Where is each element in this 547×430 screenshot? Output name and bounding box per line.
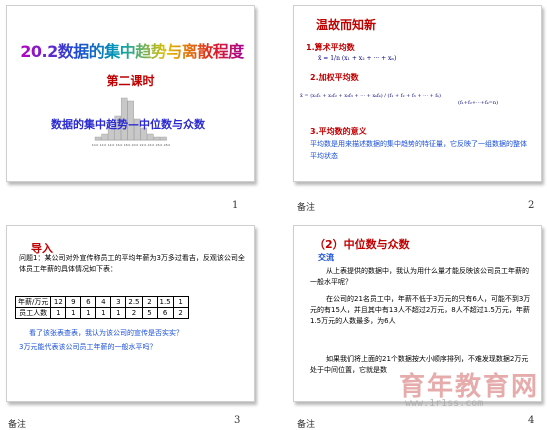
- question-2: 3万元能代表该公司员工年薪的一般水平吗？: [19, 343, 157, 351]
- slide-number-1: 1: [232, 200, 239, 211]
- item-mean-meaning: 3.平均数的意义: [310, 127, 367, 136]
- slide-number-3: 3: [234, 415, 241, 426]
- problem-text: 问题1：某公司对外宣传称员工的平均年薪为3万多过看吉，反观该公司全体员工年薪的具…: [19, 254, 245, 273]
- table-cell: 1: [172, 296, 189, 308]
- watermark-url: www.1r1ss.com: [405, 398, 484, 409]
- notes-label-4: 备注: [297, 420, 316, 430]
- histogram-tick-label: 16.0: [116, 143, 123, 147]
- histogram-bar: [153, 136, 161, 141]
- slide-caption: 数据的集中趋势—中位数与众数: [51, 118, 205, 131]
- histogram-tick-label: 20.0: [132, 143, 139, 147]
- question-1: 看了该张表查表，我认为该公司的宣传是否实实？: [29, 329, 183, 337]
- table-cell: 1: [50, 307, 67, 319]
- histogram-bar: [147, 133, 154, 141]
- table-cell: 2: [172, 307, 189, 319]
- table-row: 年薪/万元 12 9 6 4 3 2.5 2 1.5 1: [14, 296, 189, 308]
- table-header-cell: 年薪/万元: [14, 296, 52, 308]
- item-arithmetic-mean: 1.算术平均数: [306, 43, 355, 52]
- slide-subtitle: 第二课时: [106, 74, 155, 88]
- table-cell: 1.5: [156, 296, 174, 308]
- table-cell: 5: [141, 307, 158, 319]
- table-header-cell: 员工人数: [14, 307, 52, 319]
- histogram-tick-label: 26.0: [156, 143, 163, 147]
- paragraph-2: 在公司的21名员工中，年薪不低于3万元的只有6人，可能不到3万元的有15人，并且…: [310, 295, 531, 325]
- slide-number-2: 2: [528, 200, 535, 211]
- paragraph-1: 从上表提供的数据中，我认为用什么量才能反映该公司员工年薪的一般水平呢？: [310, 267, 529, 286]
- slide-title: 20.2数据的集中趋势与离散程度: [17, 38, 247, 62]
- formula-weighted-note: (f₁+f₂+···+fₖ=n): [458, 100, 499, 106]
- slide-heading: 温故而知新: [316, 18, 377, 32]
- table-cell: 3: [110, 296, 127, 308]
- histogram-bar: [101, 133, 108, 141]
- notes-label-3: 备注: [8, 420, 27, 430]
- mean-meaning-text: 平均数是用来描述数据的集中趋势的特征量，它反映了一组数据的整体平均状态: [310, 140, 527, 160]
- slide-2[interactable]: 温故而知新 1.算术平均数 x̄ = 1/n (x₁ + x₂ + ··· + …: [293, 5, 542, 182]
- item-weighted-mean: 2.加权平均数: [310, 73, 359, 82]
- section-label: 交流: [318, 253, 334, 262]
- table-cell: 4: [95, 296, 112, 308]
- slide-3[interactable]: 导入 问题1：某公司对外宣传称员工的平均年薪为3万多过看吉，反观该公司全体员工年…: [6, 225, 255, 402]
- table-row: 员工人数 1 1 1 1 1 2 5 6 2: [14, 307, 189, 319]
- table-cell: 6: [156, 307, 174, 319]
- histogram-tick-label: 14.0: [108, 143, 115, 147]
- table-cell: 1: [65, 307, 82, 319]
- histogram-tick-label: 10.0: [92, 143, 99, 147]
- histogram-tick-label: 28.0: [164, 143, 171, 147]
- histogram-bar: [160, 136, 167, 141]
- table-cell: 2: [125, 307, 143, 319]
- histogram-tick-label: 22.0: [140, 143, 147, 147]
- slide-number-4: 4: [528, 415, 535, 426]
- table-cell: 12: [50, 296, 67, 308]
- slide-heading: （2）中位数与众数: [314, 238, 410, 251]
- slide-1[interactable]: 20.2数据的集中趋势与离散程度 第二课时 10.0 12.0 14.0 16.0 18…: [6, 5, 255, 182]
- salary-table: 年薪/万元 12 9 6 4 3 2.5 2 1.5 1 员工人数 1 1 1 …: [14, 296, 189, 319]
- histogram-tick-label: 18.0: [124, 143, 131, 147]
- formula-arithmetic-mean: x̄ = 1/n (x₁ + x₂ + ··· + xₙ): [318, 55, 397, 62]
- table-cell: 6: [80, 296, 97, 308]
- notes-label-2: 备注: [297, 203, 316, 213]
- table-cell: 1: [95, 307, 112, 319]
- table-cell: 1: [110, 307, 127, 319]
- table-cell: 1: [80, 307, 97, 319]
- histogram-tick-label: 24.0: [148, 143, 155, 147]
- table-cell: 9: [65, 296, 82, 308]
- table-cell: 2: [141, 296, 158, 308]
- table-cell: 2.5: [125, 296, 143, 308]
- histogram-bar: [94, 136, 102, 141]
- formula-weighted-mean: x̄ = (x₁f₁ + x₂f₂ + x₃f₃ + ··· + xₖfₖ) /…: [300, 93, 441, 99]
- histogram-tick-label: 12.0: [100, 143, 107, 147]
